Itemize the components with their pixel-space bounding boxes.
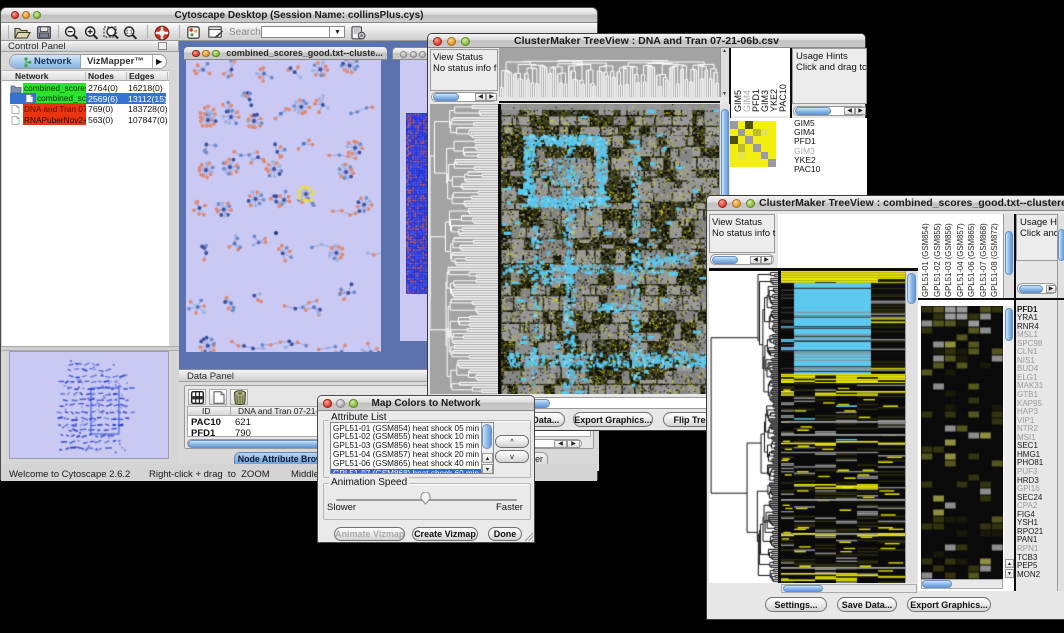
svg-text:1:1: 1:1: [126, 29, 133, 35]
